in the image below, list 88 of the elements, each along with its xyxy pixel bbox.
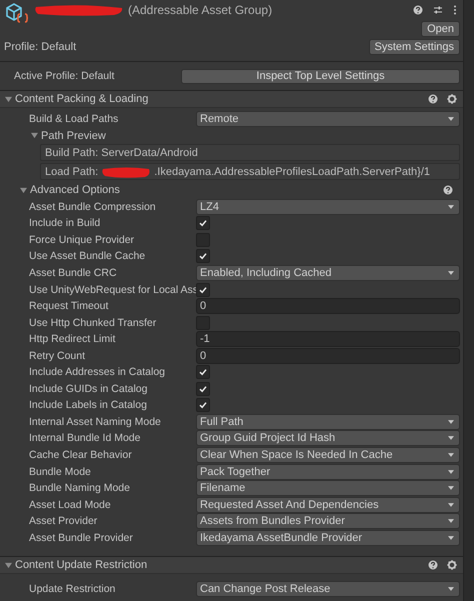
- dropdown[interactable]: Requested Asset And Dependencies: [196, 496, 460, 513]
- load-path-value: .Ikedayama.AddressableProfilesLoadPath.ServerPath}/1: [154, 166, 430, 178]
- settings-icon[interactable]: [447, 94, 458, 104]
- window-title: (Addressable Asset Group): [128, 3, 272, 17]
- check-icon: [198, 384, 208, 394]
- settings-icon[interactable]: [447, 560, 458, 570]
- dropdown[interactable]: Filename: [196, 480, 460, 496]
- dropdown[interactable]: LZ4: [196, 198, 460, 215]
- dropdown[interactable]: Ikedayama AssetBundle Provider: [196, 530, 460, 546]
- foldout[interactable]: Advanced Options: [0, 182, 464, 199]
- dropdown[interactable]: Can Change Post Release: [196, 581, 460, 598]
- dropdown[interactable]: Group Guid Project Id Hash: [196, 430, 460, 446]
- system-settings-button[interactable]: System Settings: [368, 39, 460, 55]
- load-path-label: Load Path:: [45, 166, 98, 178]
- help-icon[interactable]: [413, 5, 424, 15]
- field-label: Use Asset Bundle Cache: [29, 250, 146, 262]
- more-icon[interactable]: [453, 5, 458, 15]
- field-label: Build & Load Paths: [29, 113, 120, 126]
- dropdown[interactable]: Full Path: [196, 414, 460, 430]
- field-label: Http Redirect Limit: [29, 333, 116, 346]
- field-label: Asset Bundle CRC: [29, 267, 118, 279]
- foldout-triangle-icon: [5, 96, 12, 102]
- redaction-mark: [101, 166, 152, 178]
- active-profile-label: Active Profile: Default: [14, 70, 116, 82]
- caret-icon: [448, 470, 454, 474]
- checkbox[interactable]: [196, 216, 210, 230]
- dropdown[interactable]: Assets from Bundles Provider: [196, 513, 460, 530]
- help-icon[interactable]: [428, 94, 438, 104]
- caret-icon: [448, 519, 454, 524]
- caret-icon: [448, 486, 454, 490]
- check-icon: [198, 251, 208, 262]
- field-label: Update Restriction: [29, 583, 116, 596]
- open-button[interactable]: Open: [421, 21, 460, 37]
- field-label: Cache Clear Behavior: [29, 449, 133, 462]
- checkbox[interactable]: [196, 249, 210, 264]
- field-label: Asset Load Mode: [29, 498, 112, 511]
- section-header[interactable]: Content Packing & Loading: [0, 90, 464, 108]
- caret-icon: [448, 502, 454, 507]
- foldout-triangle-icon: [20, 186, 27, 194]
- field-label: Include Addresses in Catalog: [29, 366, 166, 378]
- caret-icon: [448, 271, 454, 275]
- check-icon: [198, 367, 208, 378]
- field-label: Request Timeout: [29, 300, 110, 312]
- field-label: Internal Bundle Id Mode: [29, 432, 142, 444]
- field-label: Asset Bundle Provider: [29, 532, 134, 544]
- field-label: Include Labels in Catalog: [29, 399, 148, 412]
- caret-icon: [448, 204, 454, 209]
- field-label: Use Http Chunked Transfer: [29, 316, 158, 329]
- caret-icon: [448, 453, 454, 458]
- number-field[interactable]: 0: [196, 348, 460, 364]
- caret-icon: [448, 587, 454, 592]
- help-icon[interactable]: [443, 185, 454, 196]
- dropdown[interactable]: Enabled, Including Cached: [196, 265, 460, 281]
- dropdown[interactable]: Pack Together: [196, 464, 460, 480]
- caret-icon: [448, 420, 454, 424]
- sliders-icon[interactable]: [433, 5, 444, 15]
- field-label: Bundle Mode: [29, 466, 92, 478]
- checkbox[interactable]: [196, 398, 210, 412]
- section-header[interactable]: Content Update Restriction: [0, 556, 464, 574]
- field-label: Asset Bundle Compression: [29, 200, 157, 213]
- dropdown[interactable]: Clear When Space Is Needed In Cache: [196, 447, 460, 464]
- dropdown[interactable]: Remote: [196, 111, 460, 128]
- checkbox[interactable]: [196, 282, 210, 297]
- inspect-settings-button[interactable]: Inspect Top Level Settings: [181, 68, 460, 84]
- field-label: Retry Count: [29, 350, 86, 362]
- check-icon: [198, 218, 208, 228]
- caret-icon: [448, 436, 454, 440]
- field-label: Include GUIDs in Catalog: [29, 382, 148, 395]
- asset-group-icon: [4, 2, 30, 26]
- profile-label: Profile: Default: [4, 41, 76, 53]
- field-label: Force Unique Provider: [29, 234, 136, 246]
- field-label: Bundle Naming Mode: [29, 482, 131, 494]
- help-icon[interactable]: [428, 560, 438, 570]
- checkbox[interactable]: [196, 382, 210, 396]
- foldout[interactable]: Path Preview: [0, 128, 464, 144]
- foldout-triangle-icon: [5, 562, 12, 569]
- check-icon: [198, 400, 208, 410]
- caret-icon: [448, 536, 454, 540]
- number-field[interactable]: 0: [196, 298, 460, 314]
- field-label: Asset Provider: [29, 515, 98, 528]
- caret-icon: [448, 117, 454, 122]
- checkbox[interactable]: [196, 365, 210, 380]
- check-icon: [198, 284, 208, 295]
- number-field[interactable]: -1: [196, 331, 460, 348]
- path-box: Build Path: ServerData/Android: [40, 144, 460, 162]
- field-label: Internal Asset Naming Mode: [29, 416, 162, 428]
- field-label: Include in Build: [29, 217, 102, 230]
- foldout-triangle-icon: [31, 132, 38, 140]
